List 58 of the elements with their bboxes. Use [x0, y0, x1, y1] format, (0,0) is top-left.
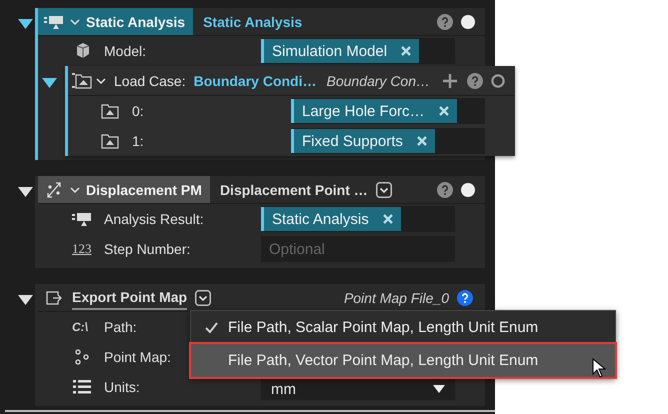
field-label: Step Number:: [104, 241, 190, 257]
expand-triangle-icon[interactable]: [18, 19, 33, 29]
status-dot-icon: [461, 182, 475, 196]
chevron-icon: [70, 18, 80, 24]
node-subtitle: Point Map File_0: [344, 290, 449, 306]
image-folder-icon: [72, 72, 92, 90]
menu-item[interactable]: File Path, Vector Point Map, Length Unit Enum: [191, 344, 615, 377]
drive-path-icon: C:\: [72, 320, 92, 334]
node-title-tab[interactable]: Static Analysis: [38, 8, 194, 35]
expand-triangle-icon[interactable]: [18, 295, 33, 305]
help-icon[interactable]: [457, 290, 473, 306]
field-label: Point Map:: [104, 349, 171, 365]
field-label: Model:: [104, 43, 146, 59]
image-icon: [100, 133, 120, 149]
close-icon[interactable]: [438, 106, 449, 116]
node-subtitle: Displacement Point …: [220, 182, 368, 198]
cursor-icon: [592, 358, 606, 378]
reference-chip[interactable]: Large Hole Forc…: [291, 99, 457, 123]
check-icon: [205, 322, 218, 334]
list-icon: [72, 380, 92, 394]
close-icon[interactable]: [401, 46, 412, 56]
load-case-subtitle: Boundary Con…: [326, 72, 430, 88]
reference-field[interactable]: Large Hole Forc…: [291, 98, 485, 124]
load-case-label: Load Case:: [114, 72, 186, 88]
expand-triangle-icon[interactable]: [42, 78, 57, 88]
export-icon: [46, 290, 62, 304]
field-label: Units:: [104, 379, 140, 395]
close-icon[interactable]: [416, 136, 427, 146]
reference-field[interactable]: Static Analysis: [261, 206, 455, 232]
reference-chip[interactable]: Fixed Supports: [291, 129, 435, 153]
dropdown-icon[interactable]: [376, 182, 392, 198]
monitor-icon: [44, 14, 64, 28]
add-icon[interactable]: [443, 74, 457, 88]
chevron-icon: [70, 186, 80, 192]
dropdown-icon[interactable]: [195, 290, 212, 306]
field-label: Analysis Result:: [104, 211, 204, 227]
close-icon[interactable]: [382, 214, 393, 224]
dropdown-arrow-icon: [433, 385, 445, 393]
reference-field[interactable]: Fixed Supports: [291, 128, 485, 154]
field-label: Path:: [104, 319, 137, 335]
monitor-icon: [72, 212, 92, 226]
field-label: 1:: [132, 133, 144, 149]
status-dot-icon: [461, 14, 475, 28]
reference-chip[interactable]: Static Analysis: [261, 207, 401, 231]
status-ring-icon: [491, 74, 505, 88]
node-subtitle: Static Analysis: [203, 14, 302, 30]
expand-triangle-icon[interactable]: [18, 187, 33, 197]
load-case-value[interactable]: Boundary Condi…: [194, 72, 316, 88]
field-label: 0:: [132, 103, 144, 119]
reference-field[interactable]: Simulation Model: [261, 38, 455, 64]
node-title-link[interactable]: Export Point Map: [72, 286, 188, 310]
input-field[interactable]: Optional: [261, 236, 455, 262]
number-icon: 123: [72, 241, 92, 257]
node-title-tab[interactable]: Displacement PM: [38, 176, 210, 203]
reference-chip[interactable]: Simulation Model: [261, 39, 420, 63]
chevron-icon[interactable]: [96, 78, 106, 84]
image-icon: [100, 103, 120, 119]
menu-item[interactable]: File Path, Scalar Point Map, Length Unit Enum: [191, 311, 615, 344]
